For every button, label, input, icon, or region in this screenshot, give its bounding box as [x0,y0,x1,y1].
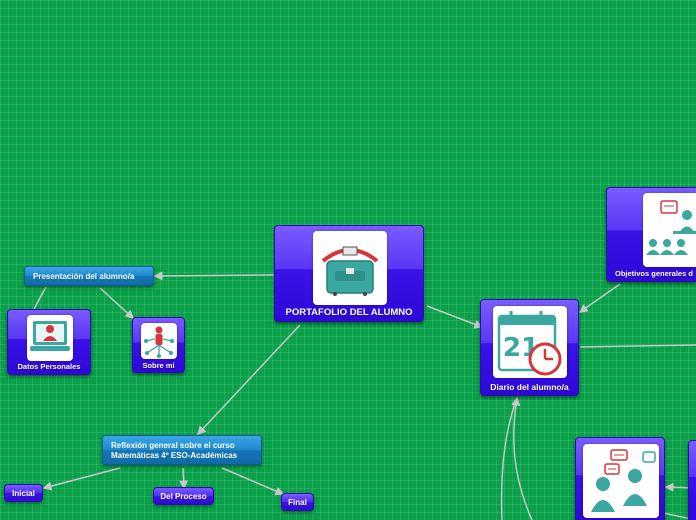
teacher-class-icon [643,193,696,267]
briefcase-icon [313,231,387,305]
initial-node[interactable]: Inicial [4,484,43,502]
link-root-diary [426,305,484,329]
root-node[interactable]: PORTAFOLIO DEL ALUMNO [274,225,424,322]
presentation-topic[interactable]: Presentación del alumno/a [24,266,154,286]
link-presentation-personal [33,286,47,310]
objectives-node[interactable]: Objetivos generales d [606,187,696,282]
about-me-node[interactable]: Sobre mí [132,317,185,373]
person-network-icon [141,323,177,359]
link-discussion-diary [511,396,533,520]
link-presentation-about [99,287,135,320]
root-label: PORTAFOLIO DEL ALUMNO [285,307,413,318]
personal-data-label: Datos Personales [17,362,81,371]
discussion-icon [583,444,659,518]
calendar-clock-icon: 21 [493,306,567,378]
diary-node[interactable]: 21 Diario del alumno/a [480,299,579,396]
process-node[interactable]: Del Proceso [153,487,214,505]
personal-data-node[interactable]: Datos Personales [7,309,91,375]
link-reflection-initial [42,467,121,491]
link-reflection-final [221,467,285,496]
link-objectives-diary [578,283,621,313]
link-root-reflection [196,324,301,436]
about-me-label: Sobre mí [142,361,175,370]
link-reflection-process [179,467,189,490]
presentation-label: Presentación del alumno/a [33,272,135,281]
link-diary-right [579,344,696,348]
reflection-label-line2: Matemáticas 4º ESO-Académicas [111,451,238,460]
diary-label: Diario del alumno/a [490,382,569,392]
reflection-label-line1: Reflexión general sobre el curso [111,441,235,450]
objectives-label: Objetivos generales d [615,269,693,278]
link-root-presentation [153,271,275,281]
offscreen-node[interactable] [688,440,696,520]
final-node[interactable]: Final [281,493,314,511]
computer-user-icon [27,315,73,361]
reflection-topic[interactable]: Reflexión general sobre el curso Matemát… [102,435,262,465]
discussion-node[interactable] [575,437,665,520]
